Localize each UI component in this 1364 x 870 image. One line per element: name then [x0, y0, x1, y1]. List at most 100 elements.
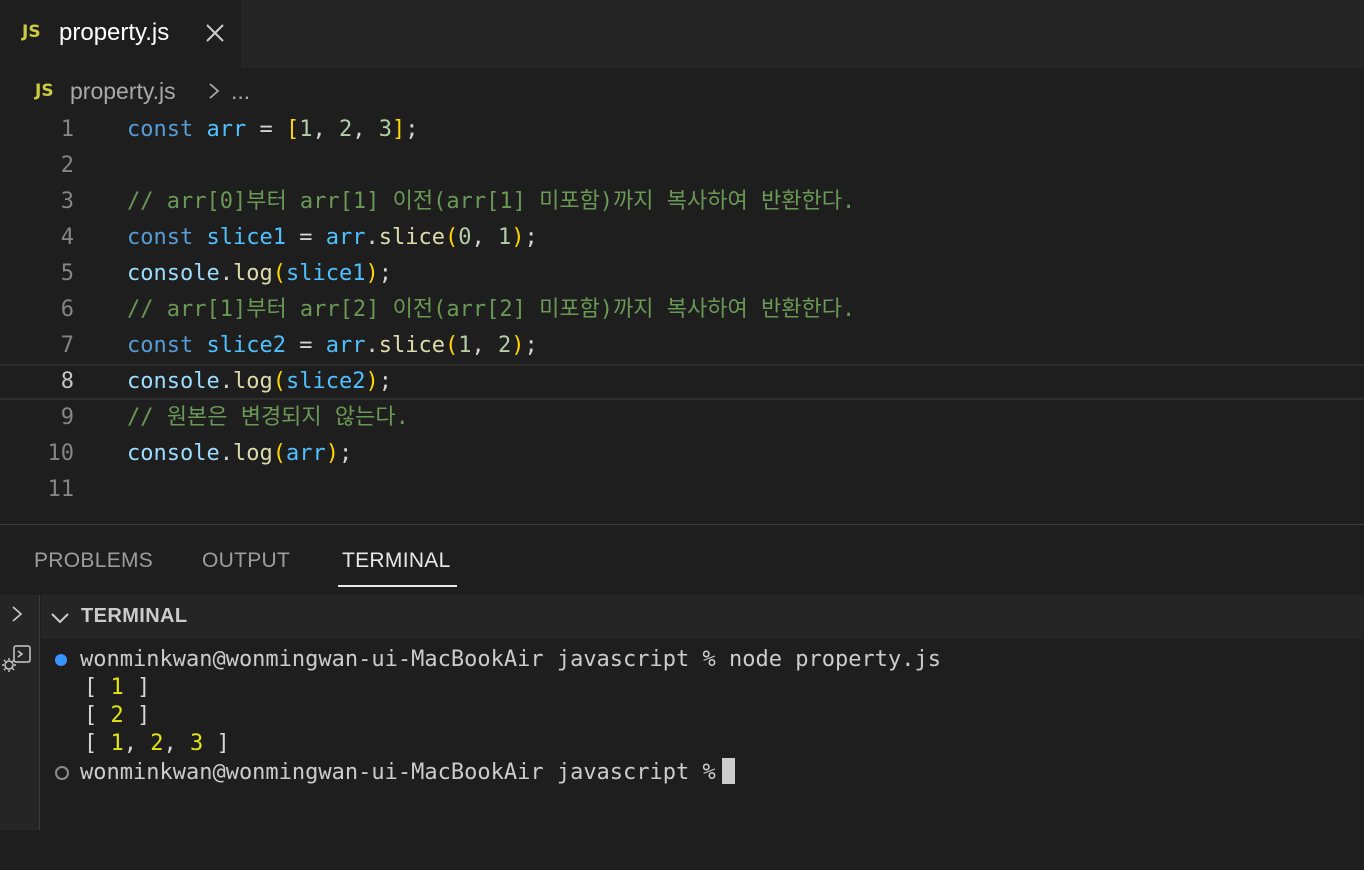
line-number: 4 — [60, 225, 74, 250]
panel-tab-bar: PROBLEMS OUTPUT TERMINAL — [0, 525, 1364, 595]
code-token: . — [219, 441, 233, 466]
code-token: = — [246, 117, 286, 142]
code-line[interactable]: 1 const arr = [1, 2, 3]; — [0, 112, 1364, 148]
code-token: console — [127, 441, 220, 466]
command-success-dot[interactable] — [55, 654, 67, 666]
code-token: arr — [206, 117, 247, 142]
tab-problems[interactable]: PROBLEMS — [34, 549, 153, 573]
chevron-right-icon — [209, 83, 220, 99]
terminal-sidebar — [0, 595, 40, 830]
code-token: slice2 — [285, 369, 366, 394]
output-token: 2 — [110, 703, 124, 728]
code-token: slice1 — [285, 261, 366, 286]
output-token: ] — [203, 731, 230, 756]
code-token: console — [127, 369, 220, 394]
terminal-output[interactable]: wonminkwan@wonmingwan-ui-MacBookAir java… — [41, 639, 1364, 830]
breadcrumb: JS property.js ... — [0, 70, 1364, 110]
code-token: , — [312, 117, 339, 142]
code-line[interactable]: 7 const slice2 = arr.slice(1, 2); — [0, 328, 1364, 364]
code-token: // arr[0]부터 arr[1] 이전(arr[1] 미포함)까지 복사하여… — [127, 189, 856, 214]
terminal-command-line: wonminkwan@wonmingwan-ui-MacBookAir java… — [41, 646, 1341, 674]
code-token: ( — [272, 261, 286, 286]
code-text: console.log(arr); — [127, 436, 352, 472]
chevron-right-icon[interactable] — [8, 605, 26, 623]
code-text: console.log(slice1); — [127, 256, 392, 292]
code-token: // arr[1]부터 arr[2] 이전(arr[2] 미포함)까지 복사하여… — [127, 297, 856, 322]
output-token: ] — [123, 675, 151, 700]
code-line[interactable]: 4 const slice1 = arr.slice(0, 1); — [0, 220, 1364, 256]
output-token: 3 — [190, 731, 204, 756]
tab-terminal[interactable]: TERMINAL — [342, 549, 451, 573]
terminal-output-line: [ 1 ] — [41, 674, 1341, 702]
tab-property-js[interactable]: JS property.js — [0, 0, 241, 68]
javascript-file-icon: JS — [35, 81, 54, 101]
output-token: , — [163, 731, 190, 756]
code-token: const — [127, 225, 194, 250]
breadcrumb-symbols[interactable]: ... — [231, 78, 250, 105]
code-token: . — [219, 261, 233, 286]
code-line[interactable]: 5 console.log(slice1); — [0, 256, 1364, 292]
terminal-section-title: TERMINAL — [81, 605, 188, 627]
code-line[interactable]: 9 // 원본은 변경되지 않는다. — [0, 400, 1364, 436]
code-token: ; — [405, 117, 419, 142]
code-token: ( — [444, 333, 459, 358]
code-token: log — [232, 369, 273, 394]
terminal-output-line: [ 1, 2, 3 ] — [41, 730, 1341, 758]
code-line[interactable]: 6 // arr[1]부터 arr[2] 이전(arr[2] 미포함)까지 복사하… — [0, 292, 1364, 328]
code-token: 2 — [497, 333, 512, 358]
line-number: 8 — [60, 369, 74, 394]
output-token: , — [123, 731, 151, 756]
terminal-prompt-line[interactable]: wonminkwan@wonmingwan-ui-MacBookAir java… — [41, 758, 1341, 786]
code-token: // 원본은 변경되지 않는다. — [127, 405, 409, 430]
output-token: [ — [84, 731, 111, 756]
code-text: // arr[0]부터 arr[1] 이전(arr[1] 미포함)까지 복사하여… — [127, 184, 855, 220]
code-token: ) — [511, 333, 525, 358]
code-line[interactable]: 2 — [0, 148, 1364, 184]
code-token: const — [127, 117, 194, 142]
terminal-icon[interactable] — [0, 641, 34, 675]
line-number: 10 — [47, 441, 75, 466]
code-token: , — [352, 117, 379, 142]
code-token: ) — [325, 441, 339, 466]
code-token: ( — [272, 441, 286, 466]
tab-output[interactable]: OUTPUT — [202, 549, 290, 573]
code-token: 1 — [299, 117, 313, 142]
code-token: ) — [511, 225, 525, 250]
code-line[interactable]: 11 — [0, 472, 1364, 508]
editor-tab-bar: JS property.js — [0, 0, 1364, 68]
breadcrumb-file[interactable]: property.js — [70, 78, 176, 105]
line-number: 11 — [47, 477, 75, 502]
code-token: slice — [378, 333, 445, 358]
code-token: ; — [378, 369, 392, 394]
chevron-down-icon[interactable] — [49, 607, 71, 629]
code-token: = — [285, 333, 326, 358]
code-text: console.log(slice2); — [127, 364, 392, 400]
output-token: 1 — [110, 675, 124, 700]
code-token: slice2 — [206, 333, 286, 358]
code-token: const — [127, 333, 194, 358]
code-token: , — [471, 225, 498, 250]
terminal-prompt-text: wonminkwan@wonmingwan-ui-MacBookAir java… — [80, 647, 941, 672]
code-line[interactable]: 8 console.log(slice2); — [0, 364, 1364, 400]
terminal-section-header[interactable]: TERMINAL — [41, 595, 1364, 639]
output-token: [ — [84, 675, 111, 700]
code-token: [ — [285, 117, 300, 142]
code-token: 3 — [378, 117, 392, 142]
code-line[interactable]: 10 console.log(arr); — [0, 436, 1364, 472]
code-token: . — [365, 333, 379, 358]
code-editor[interactable]: 1 const arr = [1, 2, 3]; 2 3// arr[0]부터 arr… — [0, 112, 1364, 524]
code-token: console — [127, 261, 220, 286]
code-token: slice — [378, 225, 445, 250]
code-token: , — [471, 333, 498, 358]
line-number: 6 — [60, 297, 74, 322]
code-token: . — [219, 369, 233, 394]
code-token: ; — [378, 261, 392, 286]
code-token: ) — [365, 369, 379, 394]
line-number: 9 — [60, 405, 74, 430]
terminal-output-line: [ 2 ] — [41, 702, 1341, 730]
code-text: const slice1 = arr.slice(0, 1); — [127, 220, 538, 256]
javascript-file-icon: JS — [22, 22, 41, 42]
code-line[interactable]: 3 // arr[0]부터 arr[1] 이전(arr[1] 미포함)까지 복사하… — [0, 184, 1364, 220]
close-icon[interactable] — [203, 21, 227, 45]
